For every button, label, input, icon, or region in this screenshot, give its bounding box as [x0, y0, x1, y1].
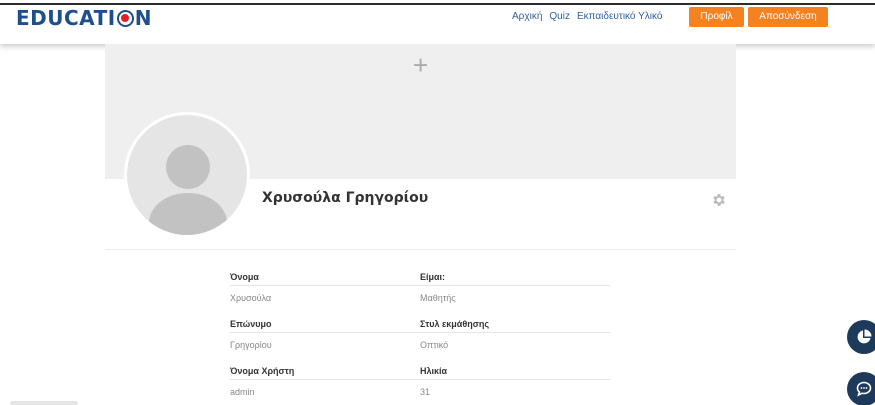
field-label: Όνομα Χρήστη [230, 364, 420, 380]
nav-educational-material[interactable]: Εκπαιδευτικό Υλικό [577, 11, 662, 22]
field-label: Στυλ εκμάθησης [420, 317, 610, 333]
field-value: Οπτικό [420, 340, 449, 350]
gear-icon[interactable] [711, 192, 727, 208]
field-label: Επώνυμο [230, 317, 420, 333]
field-value: Χρυσούλα [230, 293, 272, 303]
profile-full-name: Χρυσούλα Γρηγορίου [262, 190, 429, 206]
header-top-line [0, 3, 875, 5]
site-logo[interactable]: EDUCATI N [16, 6, 152, 30]
field-value: Μαθητής [420, 293, 456, 303]
logo-uk-badge-icon [116, 9, 134, 27]
field-label: Όνομα [230, 270, 420, 286]
default-user-icon [127, 115, 247, 235]
stats-button[interactable] [847, 320, 875, 354]
field-value: 31 [420, 387, 431, 397]
field-value: admin [230, 387, 255, 397]
field-last-name: Επώνυμο Γρηγορίου [230, 317, 420, 350]
field-username: Όνομα Χρήστη admin [230, 364, 420, 397]
plus-icon[interactable]: + [413, 50, 428, 81]
field-learning-style: Στυλ εκμάθησης Οπτικό [420, 317, 610, 350]
profile-button[interactable]: Προφίλ [689, 7, 744, 27]
pie-chart-icon [857, 329, 872, 344]
avatar[interactable] [124, 112, 250, 238]
chat-button[interactable] [847, 372, 875, 405]
nav-quiz[interactable]: Quiz [549, 11, 570, 22]
field-role: Είμαι: Μαθητής [420, 270, 610, 303]
profile-page: EDUCATI N Αρχική Quiz Εκπαιδευτικό Υλικό… [0, 0, 875, 405]
field-label: Είμαι: [420, 270, 610, 286]
site-header: EDUCATI N Αρχική Quiz Εκπαιδευτικό Υλικό… [0, 0, 875, 44]
main-nav: Αρχική Quiz Εκπαιδευτικό Υλικό [512, 11, 662, 22]
logo-text-suffix: N [134, 6, 152, 30]
nav-home[interactable]: Αρχική [512, 11, 542, 22]
section-divider [105, 249, 736, 250]
field-age: Ηλικία 31 [420, 364, 610, 397]
field-first-name: Όνομα Χρυσούλα [230, 270, 420, 303]
horizontal-scrollbar[interactable] [10, 401, 78, 405]
logout-button[interactable]: Αποσύνδεση [748, 7, 828, 27]
chat-icon [856, 381, 872, 397]
logo-text-prefix: EDUCATI [16, 6, 116, 30]
field-value: Γρηγορίου [230, 340, 272, 350]
field-label: Ηλικία [420, 364, 610, 380]
